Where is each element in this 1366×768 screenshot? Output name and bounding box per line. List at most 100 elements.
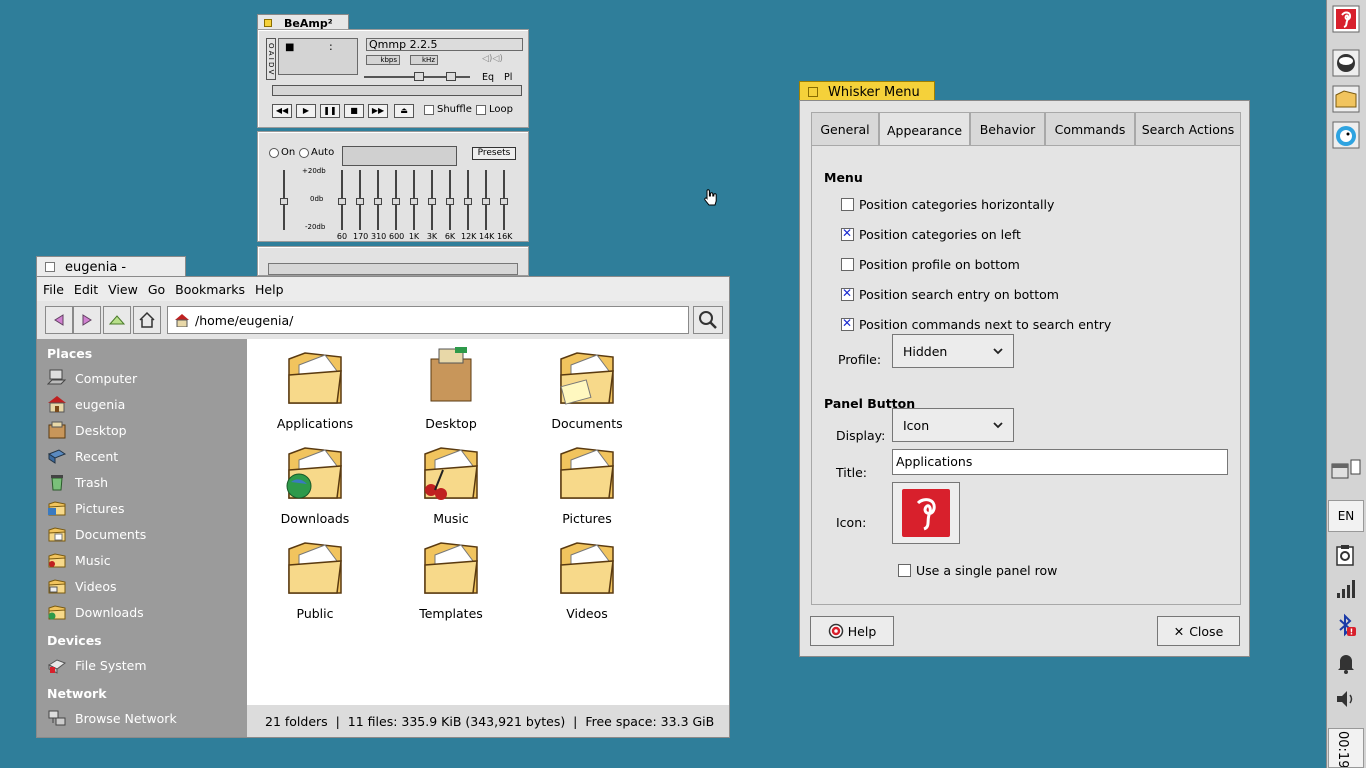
eq-band-slider[interactable] [410,170,418,230]
tab-search-actions[interactable]: Search Actions [1135,112,1241,145]
sidebar-item-desktop[interactable]: Desktop [47,418,127,442]
menu-bookmarks[interactable]: Bookmarks [175,282,245,297]
sidebar-item-downloads[interactable]: Downloads [47,600,144,624]
folder-item-desktop[interactable]: Desktop [396,345,506,431]
beamp-balance-knob[interactable] [446,72,456,81]
eq-band-slider[interactable] [464,170,472,230]
eq-band-slider[interactable] [446,170,454,230]
title-input[interactable]: Applications [892,449,1228,475]
eq-band-knob[interactable] [464,198,472,205]
eq-band-knob[interactable] [338,198,346,205]
profile-dropdown[interactable]: Hidden [892,334,1014,368]
tab-appearance[interactable]: Appearance [879,112,970,147]
beamp-volume-knob[interactable] [414,72,424,81]
sidebar-item-videos[interactable]: Videos [47,574,117,598]
tab-general[interactable]: General [811,112,879,145]
clipboard-plugin[interactable] [1331,540,1361,570]
icon-picker-button[interactable] [892,482,960,544]
workspace-switcher[interactable] [1331,454,1361,484]
eq-band-slider[interactable] [338,170,346,230]
beamp-pl-toggle[interactable]: Pl [504,72,512,83]
menu-go[interactable]: Go [148,282,165,297]
folder-item-videos[interactable]: Videos [532,535,642,621]
folder-item-applications[interactable]: Applications [260,345,370,431]
keyboard-layout-indicator[interactable]: EN [1328,500,1364,532]
option-checkbox-3[interactable] [841,286,854,301]
eq-band-knob[interactable] [374,198,382,205]
sidebar-item-computer[interactable]: Computer [46,366,137,390]
eq-band-knob[interactable] [500,198,508,205]
launcher-file-manager[interactable] [1331,84,1361,114]
sidebar-item-trash[interactable]: Trash [47,470,108,494]
whisker-menu-panel-button[interactable] [1331,4,1361,34]
folder-item-templates[interactable]: Templates [396,535,506,621]
whisker-window-icon[interactable] [808,87,818,97]
beamp-play-button[interactable]: ▶ [296,104,316,118]
eq-on-radio[interactable] [269,148,279,158]
eq-band-knob[interactable] [356,198,364,205]
option-checkbox-2[interactable] [841,258,854,271]
beamp-stop-button[interactable]: ■ [344,104,364,118]
eq-band-slider[interactable] [482,170,490,230]
beamp-loop-checkbox[interactable] [476,105,486,115]
eq-band-knob[interactable] [392,198,400,205]
thunar-window-icon[interactable] [45,262,55,272]
close-button[interactable]: ✕ Close [1157,616,1240,646]
location-bar[interactable]: /home/eugenia/ [167,306,689,334]
option-checkbox-1[interactable] [841,226,854,241]
folder-item-music[interactable]: Music [396,440,506,526]
home-button[interactable] [133,306,161,334]
tab-behavior[interactable]: Behavior [970,112,1045,145]
beamp-balance-slider[interactable] [430,72,470,81]
folder-item-pictures[interactable]: Pictures [532,440,642,526]
beamp-seek-bar[interactable] [272,85,522,96]
beamp-eq-toggle[interactable]: Eq [482,72,494,83]
option-checkbox-4[interactable] [841,316,854,331]
single-row-checkbox[interactable] [898,564,911,577]
eq-band-slider[interactable] [392,170,400,230]
search-button[interactable] [693,306,723,334]
sidebar-item-pictures[interactable]: Pictures [47,496,125,520]
beamp-eject-button[interactable]: ⏏ [394,104,414,118]
beamp-prev-button[interactable]: ◀◀ [272,104,292,118]
sidebar-item-documents[interactable]: Documents [47,522,146,546]
eq-band-knob[interactable] [446,198,454,205]
network-plugin[interactable] [1331,574,1361,604]
beamp-pause-button[interactable]: ❚❚ [320,104,340,118]
beamp-shuffle-checkbox[interactable] [424,105,434,115]
menu-help[interactable]: Help [255,282,284,297]
eq-auto-radio[interactable] [299,148,309,158]
volume-plugin[interactable] [1331,684,1361,714]
eq-preamp-slider[interactable] [280,170,288,230]
eq-band-knob[interactable] [428,198,436,205]
sidebar-item-music[interactable]: Music [47,548,111,572]
tab-commands[interactable]: Commands [1045,112,1135,145]
bluetooth-plugin[interactable]: ! [1331,610,1361,640]
thunar-title-tab[interactable]: eugenia - Thunar [36,256,186,290]
sidebar-item-eugenia[interactable]: eugenia [47,392,125,416]
menu-edit[interactable]: Edit [74,282,98,297]
forward-button[interactable] [73,306,101,334]
sidebar-item-recent[interactable]: Recent [47,444,118,468]
folder-item-downloads[interactable]: Downloads [260,440,370,526]
option-checkbox-0[interactable] [841,198,854,211]
eq-presets-button[interactable]: Presets [472,147,516,160]
launcher-messenger[interactable] [1331,120,1361,150]
eq-band-knob[interactable] [410,198,418,205]
eq-band-slider[interactable] [356,170,364,230]
sidebar-item-file-system[interactable]: File System [47,653,147,677]
help-button[interactable]: Help [810,616,894,646]
up-button[interactable] [103,306,131,334]
eq-band-knob[interactable] [482,198,490,205]
launcher-browser[interactable] [1331,48,1361,78]
notifications-plugin[interactable] [1331,648,1361,678]
eq-band-slider[interactable] [428,170,436,230]
back-button[interactable] [45,306,73,334]
eq-band-slider[interactable] [500,170,508,230]
menu-view[interactable]: View [108,282,138,297]
folder-item-public[interactable]: Public [260,535,370,621]
menu-file[interactable]: File [43,282,64,297]
eq-band-slider[interactable] [374,170,382,230]
sidebar-item-browse-network[interactable]: Browse Network [47,706,177,730]
whisker-title-tab[interactable]: Whisker Menu [799,81,935,102]
